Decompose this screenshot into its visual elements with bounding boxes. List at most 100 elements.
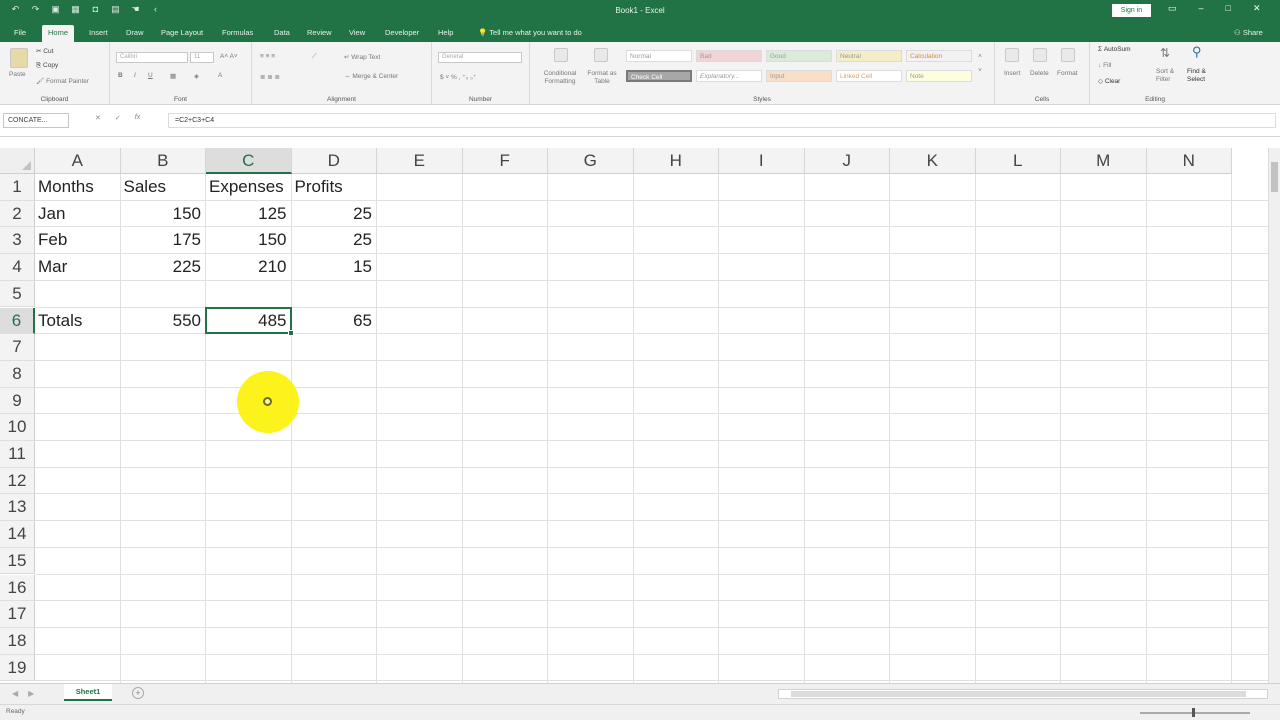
column-header-f[interactable]: F (462, 148, 548, 174)
cell-d2[interactable]: 25 (295, 201, 372, 227)
tab-view[interactable]: View (343, 25, 371, 42)
column-header-d[interactable]: D (291, 148, 377, 174)
tab-developer[interactable]: Developer (379, 25, 425, 42)
fill-handle[interactable] (287, 330, 294, 337)
border-icon[interactable]: ▦ (170, 72, 176, 80)
font-size-adjust-icons[interactable]: A˄ A˅ (220, 53, 238, 60)
next-sheet-icon[interactable]: ▶ (28, 689, 34, 698)
wrap-text-button[interactable]: ↵ Wrap Text (344, 53, 380, 61)
format-cells-label[interactable]: Format (1057, 70, 1078, 77)
close-icon[interactable]: ✕ (1253, 3, 1261, 14)
cell-a2[interactable]: Jan (38, 201, 116, 227)
cell-a3[interactable]: Feb (38, 227, 116, 253)
style-calculation[interactable]: Calculation (906, 50, 972, 62)
cell-a6[interactable]: Totals (38, 308, 116, 334)
cell-b6[interactable]: 550 (124, 308, 201, 334)
insert-cells-icon[interactable] (1005, 48, 1019, 62)
cell-a4[interactable]: Mar (38, 254, 116, 280)
sheet-tab-sheet1[interactable]: Sheet1 (64, 684, 112, 701)
cell-a1[interactable]: Months (38, 174, 116, 200)
cell-c2[interactable]: 125 (209, 201, 286, 227)
fill-button[interactable]: ↓ Fill (1098, 62, 1111, 69)
style-input[interactable]: Input (766, 70, 832, 82)
column-header-k[interactable]: K (890, 148, 976, 174)
tab-formulas[interactable]: Formulas (216, 25, 259, 42)
sort-filter-icon[interactable]: ⇅ (1160, 46, 1170, 60)
delete-cells-label[interactable]: Delete (1030, 70, 1049, 77)
column-header-j[interactable]: J (804, 148, 890, 174)
style-linked-cell[interactable]: Linked Cell (836, 70, 902, 82)
row-header-18[interactable]: 18 (0, 627, 35, 655)
paste-label[interactable]: Paste (9, 71, 26, 78)
column-header-g[interactable]: G (548, 148, 634, 174)
horizontal-scrollbar[interactable] (778, 689, 1268, 699)
tab-file[interactable]: File (8, 25, 32, 42)
tab-home[interactable]: Home (42, 25, 75, 42)
copy-button[interactable]: ⎘ Copy (36, 62, 58, 70)
column-header-i[interactable]: I (719, 148, 805, 174)
row-header-9[interactable]: 9 (0, 387, 35, 415)
insert-function-icon[interactable]: fx (135, 114, 140, 122)
style-good[interactable]: Good (766, 50, 832, 62)
column-header-b[interactable]: B (120, 148, 206, 174)
style-bad[interactable]: Bad (696, 50, 762, 62)
format-as-table-icon[interactable] (594, 48, 608, 62)
row-header-4[interactable]: 4 (0, 254, 35, 281)
cell-c4[interactable]: 210 (209, 254, 286, 280)
orientation-icon[interactable]: ⟋ (312, 53, 317, 61)
cell-d1[interactable]: Profits (295, 174, 373, 200)
cell-c1[interactable]: Expenses (209, 174, 287, 200)
cell-b4[interactable]: 225 (124, 254, 201, 280)
row-header-16[interactable]: 16 (0, 574, 35, 602)
name-box[interactable]: CONCATE... (3, 113, 69, 128)
tab-help[interactable]: Help (432, 25, 459, 42)
format-as-table-label[interactable]: Format as Table (584, 70, 620, 86)
horizontal-scroll-thumb[interactable] (791, 691, 1246, 697)
worksheet-grid[interactable]: A B C D E F G H I J K L M N 1 2 3 4 5 6 7 8 9 10 11 12 13 14 15 16 17 1… (0, 148, 1268, 683)
find-icon[interactable]: ⚲ (1192, 44, 1202, 60)
ribbon-display-icon[interactable]: ▭ (1168, 3, 1177, 14)
bold-icon[interactable]: B (118, 72, 123, 79)
maximize-icon[interactable]: □ (1226, 3, 1231, 14)
cell-d6[interactable]: 65 (295, 308, 372, 334)
conditional-formatting-label[interactable]: Conditional Formatting (538, 70, 582, 86)
row-header-14[interactable]: 14 (0, 521, 35, 548)
minimize-icon[interactable]: – (1199, 3, 1204, 14)
zoom-slider-handle[interactable] (1192, 708, 1195, 717)
font-color-icon[interactable]: A (218, 72, 222, 79)
tab-data[interactable]: Data (268, 25, 296, 42)
tab-draw[interactable]: Draw (120, 25, 150, 42)
share-button[interactable]: ⚇ Share (1234, 25, 1263, 40)
enter-icon[interactable]: ✓ (115, 114, 121, 122)
row-header-6[interactable]: 6 (0, 307, 35, 335)
fill-color-icon[interactable]: ◈ (194, 72, 199, 80)
row-header-10[interactable]: 10 (0, 414, 35, 441)
cell-d4[interactable]: 15 (295, 254, 372, 280)
cell-b3[interactable]: 175 (124, 227, 201, 253)
add-sheet-icon[interactable]: + (132, 687, 144, 699)
format-cells-icon[interactable] (1061, 48, 1075, 62)
row-header-5[interactable]: 5 (0, 280, 35, 308)
clear-button[interactable]: ◇ Clear (1098, 77, 1120, 85)
row-header-8[interactable]: 8 (0, 360, 35, 388)
conditional-formatting-icon[interactable] (554, 48, 568, 62)
tab-page-layout[interactable]: Page Layout (155, 25, 209, 42)
row-header-1[interactable]: 1 (0, 174, 35, 201)
underline-icon[interactable]: U (148, 72, 153, 79)
cell-c3[interactable]: 150 (209, 227, 286, 253)
italic-icon[interactable]: I (134, 72, 136, 79)
insert-cells-label[interactable]: Insert (1004, 70, 1020, 77)
tab-review[interactable]: Review (301, 25, 338, 42)
font-size-select[interactable]: 11 (190, 52, 214, 63)
formula-input[interactable]: =C2+C3+C4 (168, 113, 1276, 128)
zoom-slider[interactable] (1140, 712, 1250, 714)
vertical-scrollbar[interactable] (1268, 148, 1280, 683)
style-neutral[interactable]: Neutral (836, 50, 902, 62)
sort-filter-label[interactable]: Sort & Filter (1156, 68, 1184, 84)
style-explanatory[interactable]: Explanatory... (696, 70, 762, 82)
delete-cells-icon[interactable] (1033, 48, 1047, 62)
row-header-15[interactable]: 15 (0, 547, 35, 575)
row-header-19[interactable]: 19 (0, 654, 35, 682)
prev-sheet-icon[interactable]: ◀ (12, 689, 18, 698)
cut-button[interactable]: ✂ Cut (36, 47, 53, 55)
